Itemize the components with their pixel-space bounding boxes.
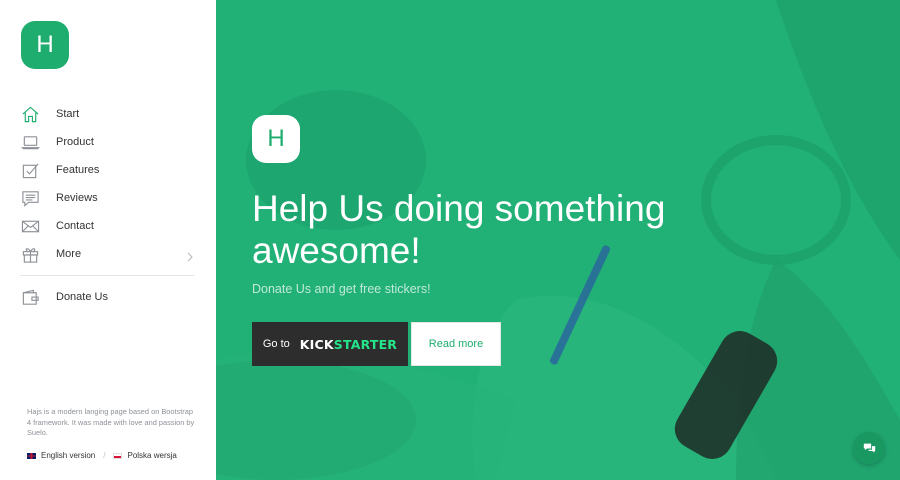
sidebar-item-product[interactable]: Product (20, 128, 196, 156)
logo-letter: H (36, 31, 54, 58)
sidebar-item-contact[interactable]: Contact (20, 212, 196, 240)
hero-logo-letter: H (267, 125, 285, 152)
sidebar-item-donate[interactable]: Donate Us (20, 283, 196, 311)
sidebar-item-label: Features (56, 164, 100, 176)
sidebar-divider (20, 275, 194, 276)
gift-icon (20, 244, 40, 264)
language-switcher: English version / Polska wersja (27, 451, 177, 460)
pl-flag-icon (113, 452, 123, 459)
hero-title: Help Us doing something awesome! (252, 188, 666, 271)
kickstarter-logo-part2: STARTER (333, 336, 398, 352)
lang-polish-label: Polska wersja (127, 451, 177, 460)
sidebar-footnote: Hajs is a modern langing page based on B… (27, 407, 195, 437)
kickstarter-button[interactable]: Go to KICKSTARTER (252, 322, 408, 366)
sidebar-item-label: Product (56, 136, 94, 148)
kickstarter-logo-part1: KICK (299, 336, 334, 352)
wallet-icon (20, 287, 40, 307)
sidebar-item-label: Start (56, 108, 80, 120)
sidebar-item-start[interactable]: Start (20, 100, 196, 128)
hero-subtitle: Donate Us and get free stickers! (252, 282, 431, 296)
sidebar-item-label: Contact (56, 220, 94, 232)
lang-english-link[interactable]: English version (27, 451, 95, 460)
checkbox-icon (20, 160, 40, 180)
sidebar-item-features[interactable]: Features (20, 156, 196, 184)
chevron-right-icon (186, 249, 194, 262)
kickstarter-logo: KICKSTARTER (300, 337, 397, 352)
chat-bubbles-icon (863, 443, 875, 453)
envelope-icon (20, 216, 40, 236)
speech-bubble-icon (20, 188, 40, 208)
uk-flag-icon (27, 452, 36, 459)
sidebar-item-label: More (56, 248, 82, 260)
chat-button[interactable] (853, 432, 885, 464)
sidebar-item-reviews[interactable]: Reviews (20, 184, 196, 212)
hero-section: H Help Us doing something awesome! Donat… (216, 0, 900, 480)
sidebar-nav: Start Product Features Reviews Contact M… (20, 100, 196, 311)
lang-separator: / (103, 451, 106, 460)
sidebar-item-label: Reviews (56, 192, 98, 204)
sidebar-item-label: Donate Us (56, 291, 108, 303)
sidebar-item-more[interactable]: More (20, 240, 196, 268)
kickstarter-prefix: Go to (262, 338, 290, 350)
sidebar: H Start Product Features Reviews Contact… (0, 0, 216, 480)
read-more-button[interactable]: Read more (411, 322, 501, 366)
laptop-icon (20, 132, 40, 152)
hero-logo: H (252, 115, 300, 163)
lang-polish-link[interactable]: Polska wersja (113, 451, 177, 460)
home-icon (20, 104, 40, 124)
lang-english-label: English version (41, 451, 96, 460)
brand-logo[interactable]: H (21, 21, 69, 69)
